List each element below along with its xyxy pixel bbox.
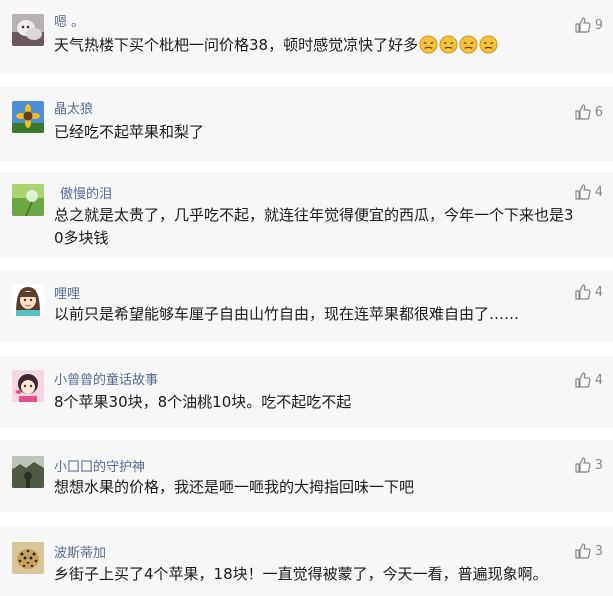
commenter-name[interactable]: 波斯蒂加 xyxy=(54,542,106,561)
commenter-name[interactable]: 小囗囗的守护神 xyxy=(54,456,145,475)
comment-text: 8个苹果30块，8个油桃10块。吃不起吃不起 xyxy=(54,393,352,411)
comment-card: 嗯 。 天气热楼下买个枇杷一问价格38，顿时感觉凉快了好多 9 xyxy=(0,0,613,74)
commenter-name[interactable]: 傲慢的泪 xyxy=(60,183,112,202)
comment-card: 晶太狼 已经吃不起苹果和梨了 6 xyxy=(0,87,613,161)
comment-text: 已经吃不起苹果和梨了 xyxy=(54,123,205,141)
commenter-name[interactable]: 小曾曾的童话故事 xyxy=(54,369,158,388)
comment-text: 天气热楼下买个枇杷一问价格38，顿时感觉凉快了好多 xyxy=(54,34,574,57)
like-button[interactable]: 4 xyxy=(575,372,603,388)
commenter-name[interactable]: 哩哩 xyxy=(54,283,80,302)
pink-cartoon-avatar[interactable] xyxy=(12,370,44,402)
thumbs-up-icon xyxy=(575,284,591,300)
comment-text: 总之就是太贵了，几乎吃不起，就连往年觉得便宜的西瓜，今年一个下来也是30多块钱 xyxy=(54,206,574,247)
comment-card: 哩哩 以前只是希望能够车厘子自由山竹自由，现在连苹果都很难自由了…… 4 xyxy=(0,270,613,342)
smirk-emoji-icon xyxy=(419,35,438,54)
like-count: 4 xyxy=(594,284,603,300)
comment-text: 乡街子上买了4个苹果，18块！一直觉得被蒙了，今天一看，普遍现象啊。 xyxy=(54,565,548,583)
commenter-name[interactable]: 晶太狼 xyxy=(54,98,93,117)
smirk-emoji-icon xyxy=(459,35,478,54)
thumbs-up-icon xyxy=(575,372,591,388)
smirk-emoji-icon xyxy=(439,35,458,54)
sunflower-avatar[interactable] xyxy=(12,101,44,133)
like-count: 3 xyxy=(594,457,603,473)
thumbs-up-icon xyxy=(575,184,591,200)
like-button[interactable]: 4 xyxy=(575,284,603,300)
comment-card: 傲慢的泪 总之就是太贵了，几乎吃不起，就连往年觉得便宜的西瓜，今年一个下来也是3… xyxy=(0,172,613,258)
thumbs-up-icon xyxy=(575,457,591,473)
comment-card: 波斯蒂加 乡街子上买了4个苹果，18块！一直觉得被蒙了，今天一看，普遍现象啊。 … xyxy=(0,526,613,596)
like-count: 4 xyxy=(594,372,603,388)
thumbs-up-icon xyxy=(575,543,591,559)
comment-text: 想想水果的价格，我还是咂一咂我的大拇指回味一下吧 xyxy=(54,478,415,496)
like-count: 3 xyxy=(594,543,603,559)
smirk-emoji-icon xyxy=(479,35,498,54)
like-button[interactable]: 3 xyxy=(575,457,603,473)
like-button[interactable]: 3 xyxy=(575,543,603,559)
like-count: 9 xyxy=(594,17,603,33)
like-button[interactable]: 6 xyxy=(575,104,603,120)
thumbs-up-icon xyxy=(575,17,591,33)
thumbs-up-icon xyxy=(575,104,591,120)
like-button[interactable]: 9 xyxy=(575,17,603,33)
leopard-avatar[interactable] xyxy=(12,542,44,574)
dandelion-avatar[interactable] xyxy=(12,184,44,216)
cat-avatar[interactable] xyxy=(12,14,44,46)
cartoon-girl-avatar[interactable] xyxy=(12,284,44,316)
comment-card: 小囗囗的守护神 想想水果的价格，我还是咂一咂我的大拇指回味一下吧 3 xyxy=(0,440,613,512)
like-button[interactable]: 4 xyxy=(575,184,603,200)
comment-text: 以前只是希望能够车厘子自由山竹自由，现在连苹果都很难自由了…… xyxy=(54,305,520,323)
like-count: 6 xyxy=(594,104,603,120)
landscape-avatar[interactable] xyxy=(12,456,44,488)
comment-text-content: 天气热楼下买个枇杷一问价格38，顿时感觉凉快了好多 xyxy=(54,36,419,54)
like-count: 4 xyxy=(594,184,603,200)
commenter-name[interactable]: 嗯 。 xyxy=(54,11,84,30)
comment-card: 小曾曾的童话故事 8个苹果30块，8个油桃10块。吃不起吃不起 4 xyxy=(0,356,613,428)
